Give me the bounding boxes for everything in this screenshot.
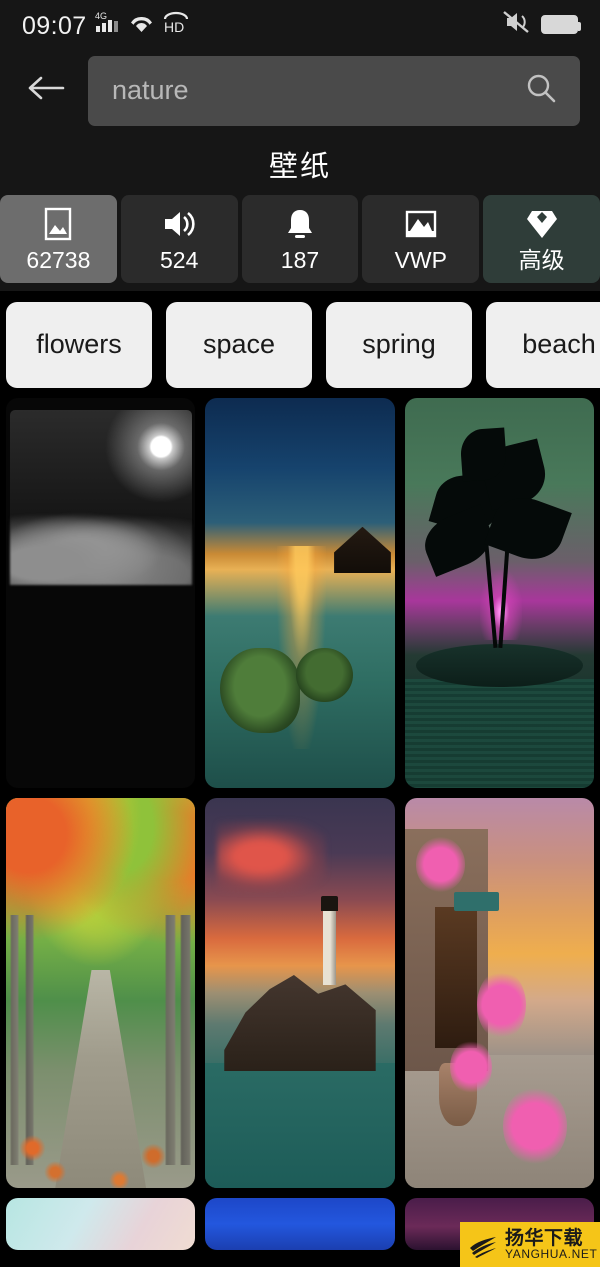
site-watermark: 扬华下载 YANGHUA.NET	[460, 1222, 600, 1267]
vibrate-mute-icon	[501, 10, 531, 39]
back-button[interactable]	[26, 71, 66, 111]
status-bar-left: 09:07 4G HD	[22, 10, 190, 39]
chip-flowers[interactable]: flowers	[6, 301, 152, 388]
diamond-icon	[525, 207, 559, 241]
wallpaper-card-autumn-path[interactable]	[6, 798, 196, 1188]
wallpaper-thumbnail	[404, 398, 594, 788]
svg-text:4G: 4G	[95, 11, 107, 21]
wallpaper-card-tropical-sunset-water[interactable]	[205, 398, 395, 788]
chip-spring-label: spring	[362, 329, 436, 359]
tab-vwp-label: VWP	[394, 246, 447, 273]
tab-vwp[interactable]: VWP	[362, 195, 480, 283]
tab-images[interactable]: 62738	[0, 195, 117, 283]
wallpaper-thumbnail	[205, 798, 395, 1188]
svg-text:HD: HD	[164, 19, 184, 34]
hd-icon: HD	[162, 10, 190, 39]
chip-beach[interactable]: beach	[486, 301, 600, 388]
wallpaper-grid-row-1	[0, 398, 600, 788]
phone-screen: 09:07 4G HD nature 壁纸 62738 524 187 VWP …	[0, 0, 600, 1267]
status-bar-clock: 09:07	[22, 11, 87, 40]
tab-notifications[interactable]: 187	[241, 195, 359, 283]
wallpaper-card-pastel-gradient[interactable]	[6, 1198, 196, 1250]
tab-ringtones[interactable]: 524	[120, 195, 238, 283]
tab-ringtones-label: 524	[160, 246, 199, 273]
chip-beach-label: beach	[522, 329, 596, 359]
tab-premium-label: 高级	[518, 246, 565, 273]
back-arrow-icon	[27, 73, 65, 108]
battery-icon	[541, 14, 581, 34]
watermark-cn: 扬华下载	[505, 1228, 584, 1249]
wallpaper-card-blue-sky[interactable]	[205, 1198, 395, 1250]
watermark-text: 扬华下载 YANGHUA.NET	[505, 1229, 597, 1260]
wallpaper-card-flower-alley[interactable]	[404, 798, 594, 1188]
wallpaper-thumbnail	[6, 398, 196, 788]
wallpaper-thumbnail	[205, 398, 395, 788]
bell-icon	[284, 207, 316, 241]
wifi-icon	[128, 10, 155, 39]
chip-flowers-label: flowers	[36, 329, 122, 359]
wallpaper-grid-row-2	[0, 798, 600, 1188]
wallpaper-card-palm-trees[interactable]	[404, 398, 594, 788]
status-bar: 09:07 4G HD	[0, 0, 600, 48]
yanghua-logo-icon	[466, 1228, 500, 1262]
status-bar-icon-group: 4G HD	[95, 10, 190, 39]
tab-notifications-label: 187	[280, 246, 320, 273]
wallpaper-thumbnail	[6, 798, 196, 1188]
search-input[interactable]: nature	[88, 55, 580, 126]
watermark-en: YANGHUA.NET	[505, 1247, 598, 1261]
image-icon	[42, 207, 74, 241]
page-title: 壁纸	[0, 133, 600, 195]
speaker-icon	[161, 207, 197, 241]
search-input-value: nature	[112, 77, 189, 104]
wallpaper-thumbnail	[404, 798, 594, 1188]
suggested-tag-row[interactable]: flowers space spring beach	[0, 291, 600, 398]
category-tab-bar: 62738 524 187 VWP 高级	[0, 195, 600, 291]
signal-icon: 4G	[95, 10, 121, 39]
tab-premium[interactable]: 高级	[483, 195, 600, 283]
wallpaper-card-lighthouse[interactable]	[205, 798, 395, 1188]
wallpaper-thumbnail	[205, 1198, 395, 1250]
search-icon[interactable]	[524, 71, 558, 110]
tab-images-label: 62738	[26, 246, 91, 273]
wallpaper-card-moonlit-clouds[interactable]	[6, 398, 196, 788]
status-bar-right	[501, 10, 581, 39]
chip-space-label: space	[202, 329, 276, 359]
chip-space[interactable]: space	[166, 301, 312, 388]
wallpaper-thumbnail	[6, 1198, 196, 1250]
search-bar: nature	[0, 48, 600, 133]
live-wallpaper-icon	[402, 207, 440, 241]
chip-spring[interactable]: spring	[326, 301, 472, 388]
